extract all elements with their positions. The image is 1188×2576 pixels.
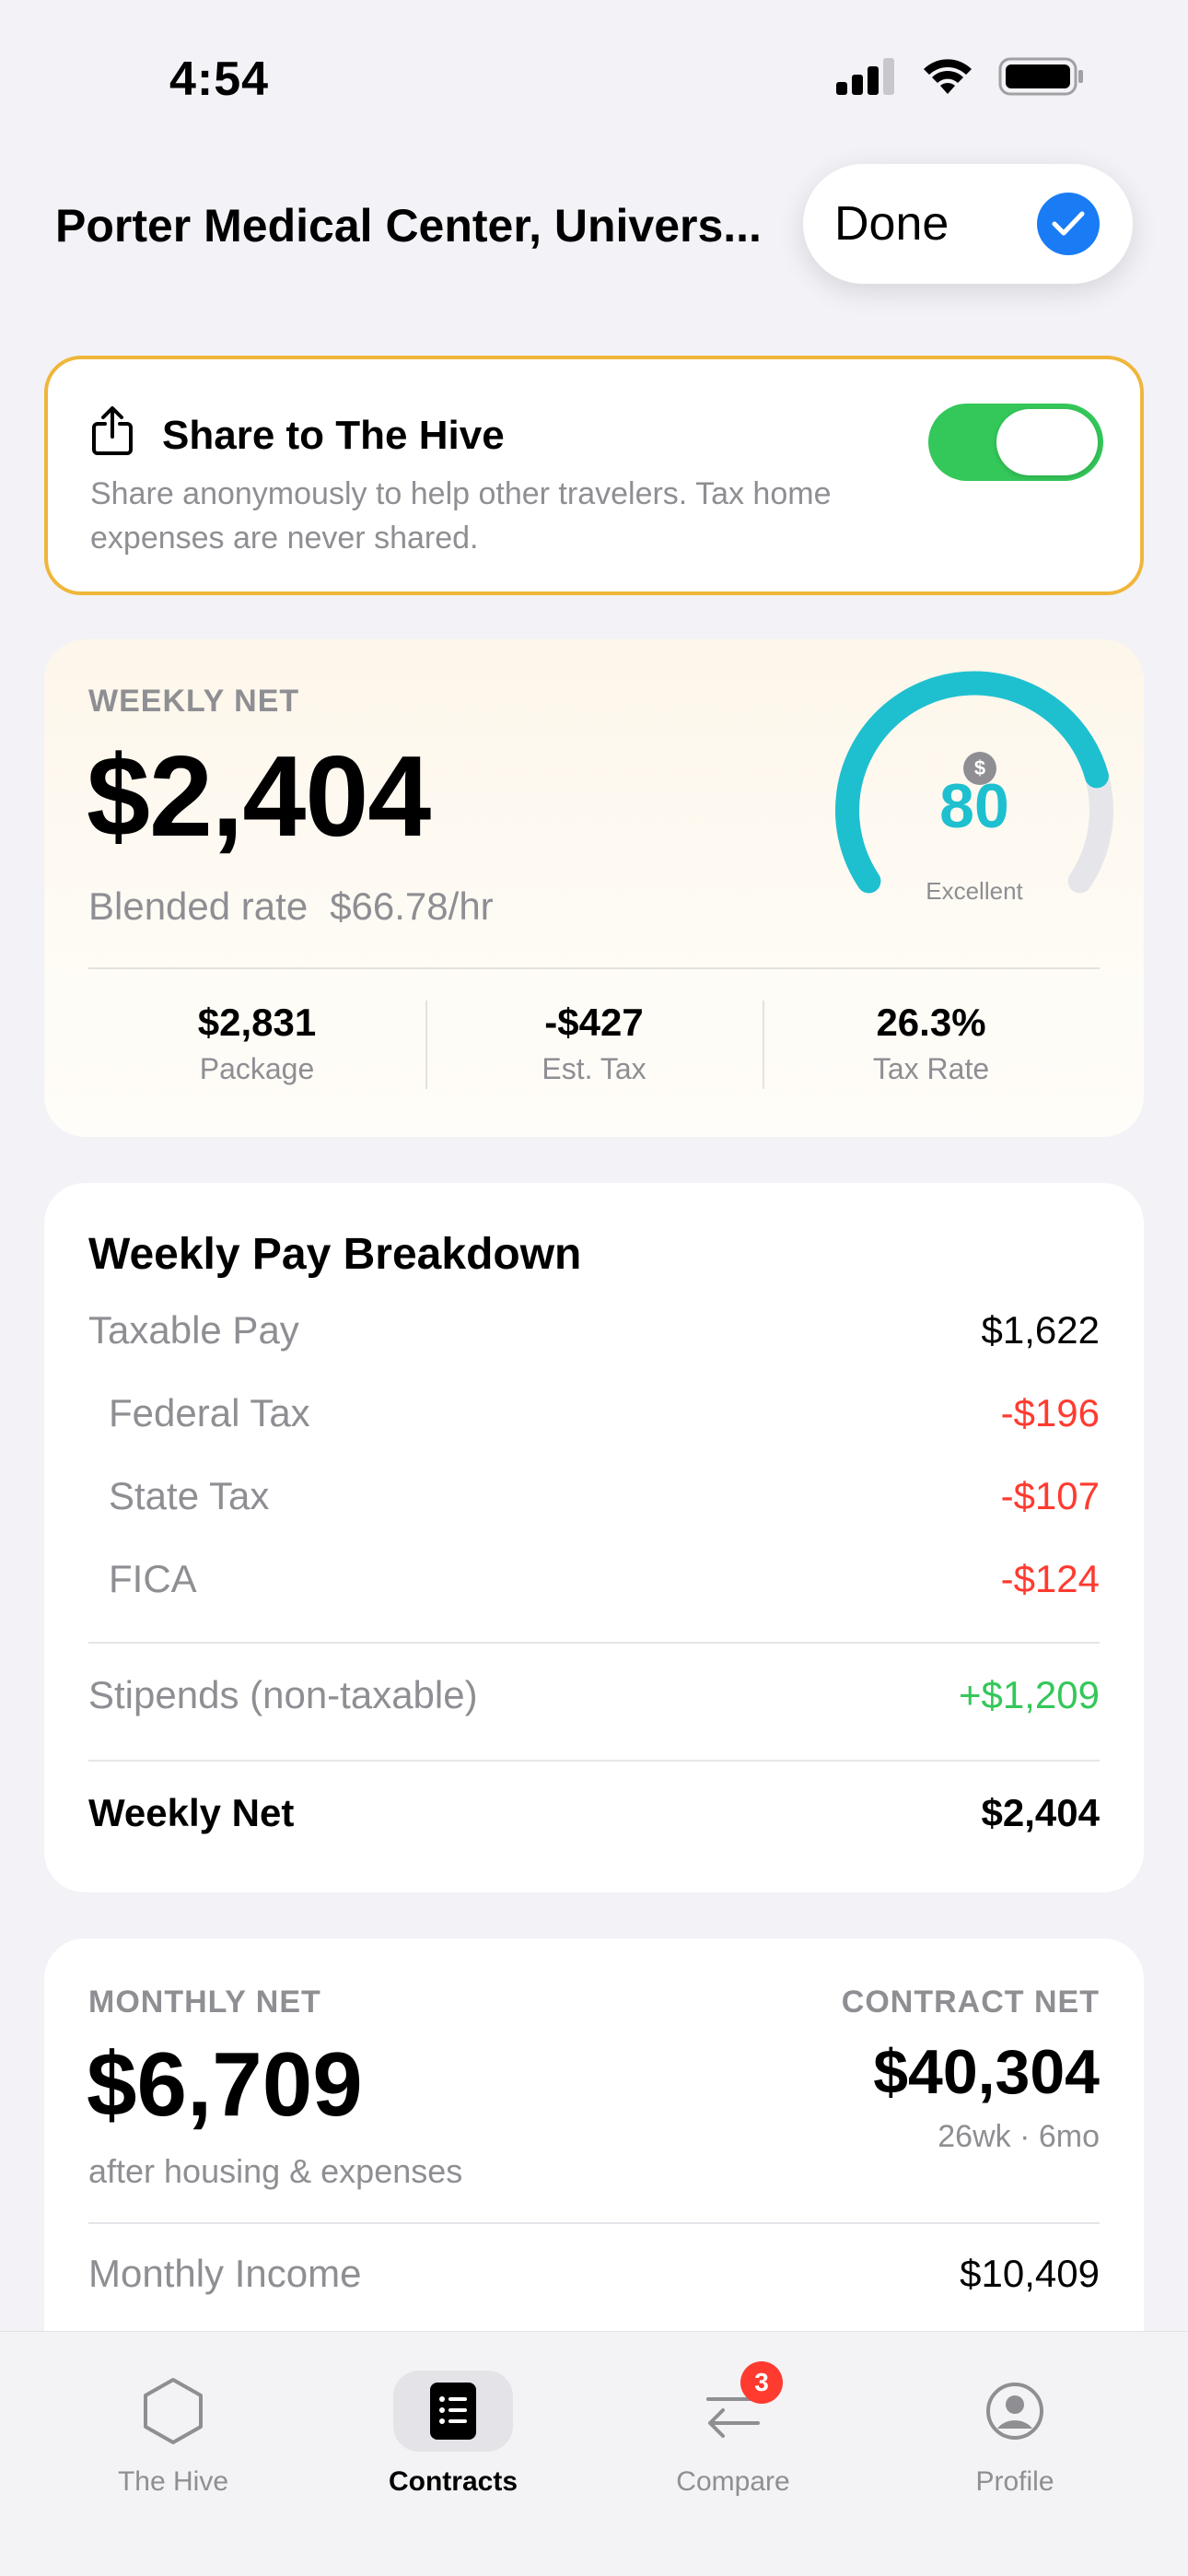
weekly-stats: $2,831 Package -$427 Est. Tax 26.3% Tax … <box>88 1001 1100 1102</box>
row-value: $1,622 <box>981 1308 1100 1352</box>
breakdown-title: Weekly Pay Breakdown <box>88 1230 582 1279</box>
wifi-icon <box>924 59 972 94</box>
row-label: FICA <box>109 1557 197 1600</box>
score-label: Excellent <box>926 877 1023 905</box>
tab-the-hive[interactable]: The Hive <box>63 2369 284 2498</box>
tab-contracts[interactable]: Contracts <box>343 2369 564 2498</box>
arrows-swap-icon: 3 <box>623 2361 844 2453</box>
divider <box>88 2222 1100 2224</box>
weekly-pay-breakdown-card: Weekly Pay Breakdown Taxable Pay $1,622 … <box>44 1183 1144 1892</box>
tab-label: Contracts <box>388 2466 518 2497</box>
row-state-tax: State Tax -$107 <box>88 1474 1100 1518</box>
row-fica: FICA -$124 <box>88 1557 1100 1601</box>
row-label: Taxable Pay <box>88 1308 299 1352</box>
person-circle-icon <box>904 2369 1125 2453</box>
row-monthly-income: Monthly Income $10,409 <box>88 2252 1100 2296</box>
blended-rate: Blended rate $66.78/hr <box>88 884 516 929</box>
share-toggle[interactable] <box>928 404 1103 481</box>
stat-value: 26.3% <box>876 1001 986 1044</box>
row-value: -$124 <box>1000 1557 1100 1600</box>
toggle-knob <box>996 409 1098 475</box>
hexagon-icon <box>63 2369 284 2453</box>
share-icon <box>90 405 134 462</box>
stat-label: Package <box>199 1052 315 1085</box>
stat-value: $2,831 <box>197 1001 317 1044</box>
share-to-hive-card: Share to The Hive Share anonymously to h… <box>44 356 1144 595</box>
monthly-net-amount: $6,709 <box>87 2033 363 2135</box>
stat-tax-rate: 26.3% Tax Rate <box>763 1001 1100 1102</box>
weekly-net-amount: $2,404 <box>87 733 431 861</box>
contract-net-label: CONTRACT NET <box>841 1985 1100 2020</box>
monthly-net-label: MONTHLY NET <box>88 1985 321 2020</box>
divider <box>88 1760 1100 1762</box>
tab-label: Profile <box>975 2466 1054 2497</box>
done-button[interactable]: Done <box>803 164 1133 284</box>
tab-bar: The Hive Contracts 3 Compare Profile <box>0 2331 1188 2576</box>
row-federal-tax: Federal Tax -$196 <box>88 1391 1100 1435</box>
stat-value: -$427 <box>544 1001 644 1044</box>
row-label: Stipends (non-taxable) <box>88 1673 478 1716</box>
share-title: Share to The Hive <box>162 413 505 458</box>
checkmark-icon <box>1037 193 1100 255</box>
tab-icon-wrap <box>343 2369 564 2453</box>
battery-icon <box>998 57 1083 96</box>
row-stipends: Stipends (non-taxable) +$1,209 <box>88 1673 1100 1717</box>
row-label: Federal Tax <box>109 1391 310 1434</box>
screen: 4:54 Porter Medical Center, Univers... D… <box>0 0 1188 2576</box>
row-weekly-net: Weekly Net $2,404 <box>88 1791 1100 1835</box>
monthly-net-subtitle: after housing & expenses <box>88 2152 463 2190</box>
weekly-net-card: WEEKLY NET $2,404 Blended rate $66.78/hr … <box>44 639 1144 1137</box>
divider <box>88 967 1100 969</box>
stat-est-tax: -$427 Est. Tax <box>425 1001 763 1102</box>
status-icons <box>836 57 1085 96</box>
notification-badge: 3 <box>740 2361 783 2404</box>
stat-label: Est. Tax <box>542 1052 646 1085</box>
document-list-icon <box>393 2371 513 2452</box>
contract-net-amount: $40,304 <box>873 2037 1100 2107</box>
blended-rate-value: $66.78/hr <box>330 884 494 928</box>
weekly-net-label: WEEKLY NET <box>88 684 300 719</box>
tab-label: Compare <box>676 2466 790 2497</box>
blended-rate-label: Blended rate <box>88 884 309 928</box>
page-title: Porter Medical Center, Univers... <box>55 200 762 252</box>
stat-package: $2,831 Package <box>88 1001 425 1102</box>
score-value: 80 <box>939 771 1009 841</box>
row-label: Weekly Net <box>88 1791 295 1834</box>
row-taxable-pay: Taxable Pay $1,622 <box>88 1308 1100 1352</box>
row-label: Monthly Income <box>88 2252 362 2295</box>
row-value: -$107 <box>1000 1474 1100 1517</box>
cellular-signal-icon <box>836 58 894 95</box>
tab-profile[interactable]: Profile <box>904 2369 1125 2498</box>
row-value: $2,404 <box>981 1791 1100 1834</box>
share-description: Share anonymously to help other traveler… <box>90 476 832 556</box>
row-label: State Tax <box>109 1474 270 1517</box>
contract-duration: 26wk · 6mo <box>938 2119 1100 2154</box>
status-time: 4:54 <box>169 53 270 106</box>
row-value: -$196 <box>1000 1391 1100 1434</box>
divider <box>88 1642 1100 1644</box>
tab-compare[interactable]: 3 Compare <box>623 2361 844 2498</box>
tab-label: The Hive <box>117 2466 229 2497</box>
score-gauge: $ 80 Excellent <box>827 660 1122 918</box>
done-button-label: Done <box>834 197 949 251</box>
stat-label: Tax Rate <box>872 1052 990 1085</box>
row-value: +$1,209 <box>959 1673 1100 1716</box>
row-value: $10,409 <box>960 2252 1100 2295</box>
